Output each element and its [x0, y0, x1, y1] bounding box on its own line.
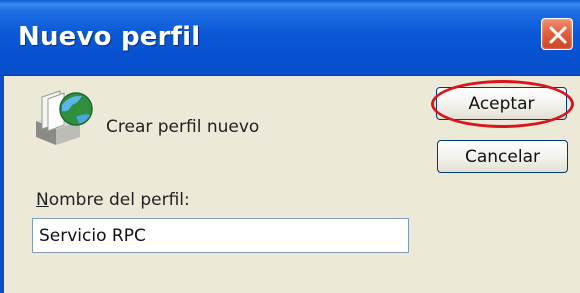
close-icon	[549, 26, 567, 44]
profile-name-label-accesskey: N	[36, 190, 49, 210]
new-profile-dialog: Nuevo perfil Crear perfil nuevo Aceptar …	[0, 0, 580, 293]
window-title: Nuevo perfil	[18, 22, 201, 52]
highlight-circle-annotation	[431, 80, 574, 128]
mail-profile-icon	[36, 90, 93, 145]
profile-name-input[interactable]	[32, 218, 409, 253]
cancel-button[interactable]: Cancelar	[437, 140, 568, 173]
title-bar[interactable]: Nuevo perfil	[0, 0, 580, 76]
create-profile-label: Crear perfil nuevo	[106, 117, 260, 137]
profile-name-label-rest: ombre del perfil:	[48, 190, 190, 210]
close-button[interactable]	[541, 18, 573, 50]
profile-name-label: Nombre del perfil:	[36, 190, 190, 210]
